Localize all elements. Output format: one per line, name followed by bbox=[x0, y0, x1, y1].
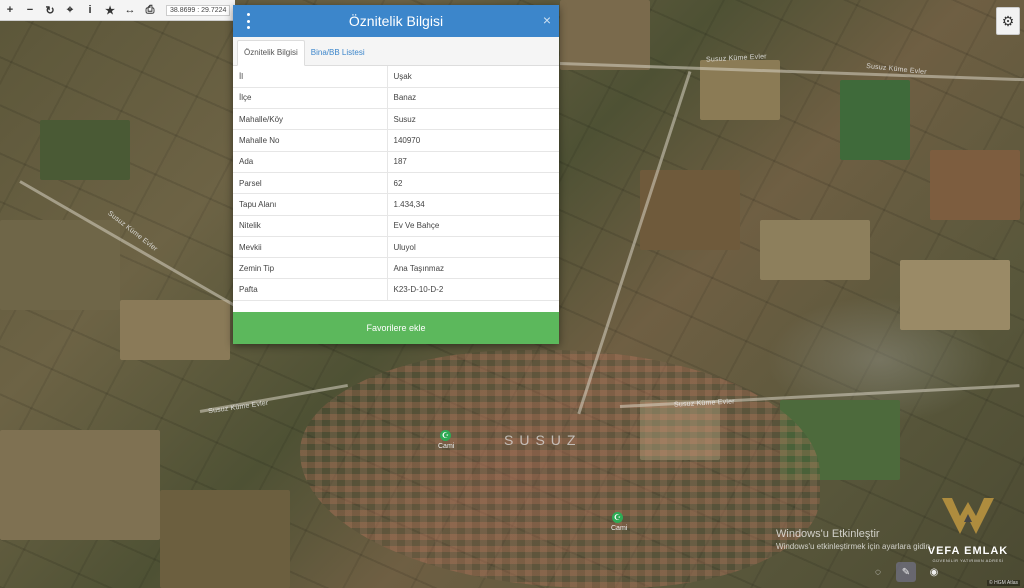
attribute-key: İlçe bbox=[233, 87, 388, 110]
system-tray: ◌ ✎ ◉ bbox=[868, 562, 944, 582]
table-row: Mevkii Uluyol bbox=[233, 236, 559, 259]
attribute-key: Mahalle No bbox=[233, 129, 388, 152]
map-field bbox=[900, 260, 1010, 330]
map-field bbox=[930, 150, 1020, 220]
refresh-icon[interactable]: ↻ bbox=[40, 0, 60, 20]
pen-icon[interactable]: ✎ bbox=[896, 562, 916, 582]
add-favorite-button[interactable]: Favorilere ekle bbox=[233, 312, 559, 344]
attribute-key: Ada bbox=[233, 151, 388, 173]
activation-title: Windows'u Etkinleştir bbox=[776, 528, 880, 540]
measure-icon[interactable]: ↔ bbox=[120, 0, 140, 20]
attribute-value: Ev Ve Bahçe bbox=[387, 215, 559, 237]
map-attribution: © HGM Atlas bbox=[987, 580, 1020, 586]
attribute-value: Susuz bbox=[387, 108, 559, 131]
panel-title: Öznitelik Bilgisi bbox=[348, 13, 444, 29]
panel-tabs: Öznitelik Bilgisi Bina/BB Listesi bbox=[233, 37, 559, 66]
map-field bbox=[40, 120, 130, 180]
windows-activation-notice: Windows'u Etkinleştir Windows'u etkinleş… bbox=[776, 528, 932, 551]
mosque-icon[interactable]: ☪ bbox=[612, 512, 623, 523]
locate-icon[interactable]: ⌖ bbox=[60, 0, 80, 20]
brand-logo-icon bbox=[942, 498, 994, 534]
zoom-in-icon[interactable]: + bbox=[0, 0, 20, 20]
attribute-key: Tapu Alanı bbox=[233, 193, 388, 216]
tab-attributes[interactable]: Öznitelik Bilgisi bbox=[237, 40, 305, 66]
attribute-value: Banaz bbox=[387, 87, 559, 110]
star-icon[interactable]: ★ bbox=[100, 0, 120, 20]
mosque-icon[interactable]: ☪ bbox=[440, 430, 451, 441]
table-row: Mahalle No 140970 bbox=[233, 129, 559, 152]
tab-building-list[interactable]: Bina/BB Listesi bbox=[305, 41, 371, 65]
attribute-value: Ana Taşınmaz bbox=[387, 257, 559, 280]
brand-watermark: VEFA EMLAK GÜVENİLİR YATIRIMIN ADRESİ bbox=[918, 494, 1018, 563]
map-toolbar: + − ↻ ⌖ i ★ ↔ ⎙ 38.8699 : 29.7224 bbox=[0, 0, 235, 21]
attribute-value: K23-D-10-D-2 bbox=[387, 278, 559, 301]
table-row: Mahalle/Köy Susuz bbox=[233, 108, 559, 131]
record-icon[interactable]: ◉ bbox=[924, 562, 944, 582]
poi-label: Cami bbox=[611, 525, 628, 532]
table-row: Nitelik Ev Ve Bahçe bbox=[233, 215, 559, 237]
map-field bbox=[0, 430, 160, 540]
activation-subtitle: Windows'u etkinleştirmek için ayarlara g… bbox=[776, 542, 933, 551]
table-row: Parsel 62 bbox=[233, 172, 559, 195]
zoom-out-icon[interactable]: − bbox=[20, 0, 40, 20]
coordinates-readout: 38.8699 : 29.7224 bbox=[166, 4, 231, 16]
town-label: SUSUZ bbox=[504, 432, 582, 448]
gear-icon: ⚙ bbox=[1001, 12, 1015, 29]
info-icon[interactable]: i bbox=[80, 0, 100, 20]
attribute-key: Mahalle/Köy bbox=[233, 108, 388, 131]
table-row: Ada 187 bbox=[233, 151, 559, 173]
attribute-value: 62 bbox=[387, 172, 559, 195]
attribute-value: 1.434,34 bbox=[387, 193, 559, 216]
print-icon[interactable]: ⎙ bbox=[140, 0, 160, 20]
attribute-table: İl Uşak İlçe Banaz Mahalle/Köy Susuz Mahalle N… bbox=[233, 66, 559, 301]
village-area bbox=[300, 350, 820, 588]
panel-header: Öznitelik Bilgisi × bbox=[233, 5, 559, 37]
table-row: İlçe Banaz bbox=[233, 87, 559, 110]
attribute-value: 187 bbox=[387, 151, 559, 173]
attribute-panel: Öznitelik Bilgisi × Öznitelik Bilgisi Bi… bbox=[233, 5, 559, 344]
map-field bbox=[560, 0, 650, 70]
table-row: İl Uşak bbox=[233, 66, 559, 88]
settings-button[interactable]: ⚙ bbox=[996, 7, 1020, 35]
poi-label: Cami bbox=[438, 443, 455, 450]
attribute-key: Mevkii bbox=[233, 236, 388, 259]
attribute-key: İl bbox=[233, 66, 388, 88]
attribute-value: Uşak bbox=[387, 66, 559, 88]
attribute-key: Zemin Tip bbox=[233, 257, 388, 280]
table-row: Pafta K23-D-10-D-2 bbox=[233, 278, 559, 301]
map-field bbox=[840, 80, 910, 160]
attribute-key: Nitelik bbox=[233, 215, 388, 237]
eye-off-icon[interactable]: ◌ bbox=[868, 562, 888, 582]
attribute-value: 140970 bbox=[387, 129, 559, 152]
brand-name: VEFA EMLAK bbox=[927, 545, 1009, 557]
close-icon[interactable]: × bbox=[543, 12, 551, 28]
attribute-value: Uluyol bbox=[387, 236, 559, 259]
table-row: Tapu Alanı 1.434,34 bbox=[233, 193, 559, 216]
map-field bbox=[0, 220, 120, 310]
table-row: Zemin Tip Ana Taşınmaz bbox=[233, 257, 559, 280]
attribute-key: Pafta bbox=[233, 278, 388, 301]
map-road bbox=[559, 62, 1024, 82]
map-field bbox=[160, 490, 290, 588]
attribute-key: Parsel bbox=[233, 172, 388, 195]
map-field bbox=[120, 300, 230, 360]
map-field bbox=[760, 220, 870, 280]
